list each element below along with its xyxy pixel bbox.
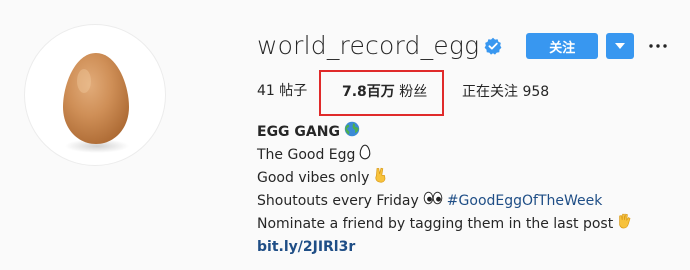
eyes-icon [423, 190, 443, 213]
posts-count: 41 [257, 83, 275, 99]
egg-photo [63, 53, 129, 153]
hashtag-link[interactable]: #GoodEggOfTheWeek [447, 190, 603, 213]
egg-outline-icon [359, 144, 371, 168]
profile-avatar [24, 24, 166, 166]
peace-hand-icon [373, 167, 387, 191]
profile-header: world_record_egg 关注 [257, 26, 668, 66]
suggested-dropdown-button[interactable] [606, 33, 635, 59]
verified-badge-icon [484, 37, 502, 55]
bio-line-4: Nominate a friend by tagging them in the… [257, 216, 614, 232]
followers-count: 7.8百万 [342, 84, 395, 100]
bio-line-2: Good vibes only [257, 170, 370, 186]
profile-bio: EGG GANG The Good Egg Good vibes only Sh… [257, 121, 632, 259]
more-horizontal-icon [649, 44, 667, 48]
follow-button[interactable]: 关注 [526, 33, 599, 59]
followers-stat[interactable]: 7.8百万 粉丝 [342, 81, 427, 101]
chevron-down-icon [615, 43, 626, 49]
globe-icon [344, 121, 360, 145]
followers-label: 粉丝 [399, 84, 428, 100]
bio-link[interactable]: bit.ly/2JIRl3r [257, 236, 355, 259]
bio-line-3: Shoutouts every Friday [257, 193, 419, 209]
bio-line-1: The Good Egg [257, 147, 356, 163]
username: world_record_egg [257, 31, 480, 60]
posts-label: 帖子 [279, 83, 308, 99]
bio-name: EGG GANG [257, 124, 340, 140]
following-count: 958 [522, 84, 550, 100]
more-options-button[interactable] [648, 33, 668, 59]
following-stat[interactable]: 正在关注 958 [462, 81, 549, 101]
following-label: 正在关注 [462, 84, 518, 100]
vulcan-salute-icon [617, 213, 632, 237]
